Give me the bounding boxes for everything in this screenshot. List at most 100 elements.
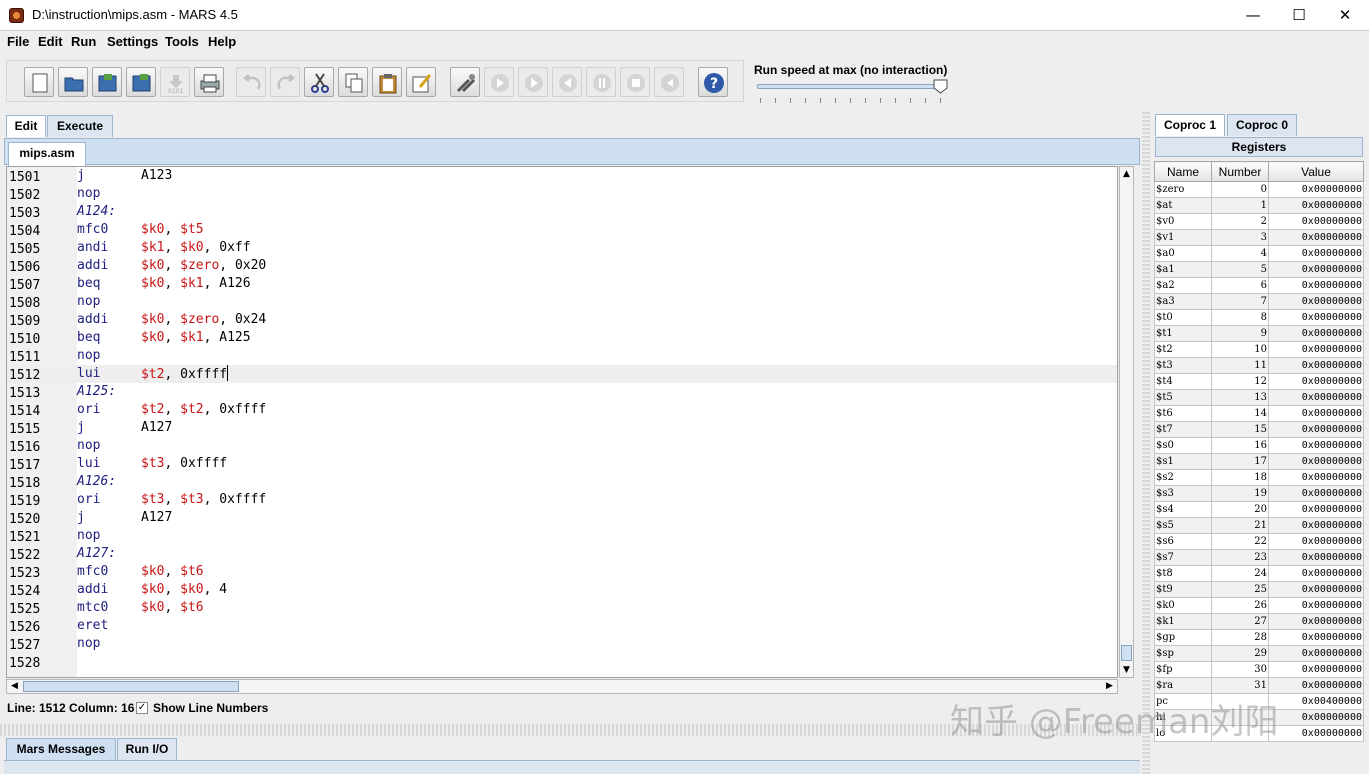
code-line[interactable]: 1522 A127: [7, 545, 1117, 563]
tab-mars-messages[interactable]: Mars Messages [6, 738, 116, 760]
code-line[interactable]: 1516 nop [7, 437, 1117, 455]
tab-execute[interactable]: Execute [47, 115, 113, 137]
code-line[interactable]: 1519 ori $t3, $t3, 0xffff [7, 491, 1117, 509]
register-row[interactable]: $t8 24 0x00000000 [1154, 565, 1364, 582]
code-line[interactable]: 1513 A125: [7, 383, 1117, 401]
code-line[interactable]: 1508 nop [7, 293, 1117, 311]
code-line[interactable]: 1512 lui $t2, 0xffff [7, 365, 1117, 383]
register-row[interactable]: $t1 9 0x00000000 [1154, 325, 1364, 342]
register-row[interactable]: $t2 10 0x00000000 [1154, 341, 1364, 358]
register-row[interactable]: $s2 18 0x00000000 [1154, 469, 1364, 486]
step-button[interactable] [518, 67, 548, 97]
column-header-value[interactable]: Value [1268, 161, 1364, 182]
register-row[interactable]: $fp 30 0x00000000 [1154, 661, 1364, 678]
editor-vertical-scrollbar[interactable]: ▲ ▼ [1119, 166, 1134, 678]
register-row[interactable]: $t3 11 0x00000000 [1154, 357, 1364, 374]
register-row[interactable]: $a1 5 0x00000000 [1154, 261, 1364, 278]
code-line[interactable]: 1507 beq $k0, $k1, A126 [7, 275, 1117, 293]
register-row[interactable]: $a2 6 0x00000000 [1154, 277, 1364, 294]
code-line[interactable]: 1521 nop [7, 527, 1117, 545]
register-row[interactable]: $k0 26 0x00000000 [1154, 597, 1364, 614]
code-line[interactable]: 1526 eret [7, 617, 1117, 635]
code-line[interactable]: 1506 addi $k0, $zero, 0x20 [7, 257, 1117, 275]
maximize-icon[interactable]: ☐ [1276, 0, 1322, 31]
code-line[interactable]: 1509 addi $k0, $zero, 0x24 [7, 311, 1117, 329]
open-file-button[interactable] [58, 67, 88, 97]
register-row[interactable]: $a0 4 0x00000000 [1154, 245, 1364, 262]
scroll-left-icon[interactable]: ◀ [8, 680, 21, 693]
register-row[interactable]: $t4 12 0x00000000 [1154, 373, 1364, 390]
code-line[interactable]: 1528 [7, 653, 1117, 671]
code-line[interactable]: 1514 ori $t2, $t2, 0xffff [7, 401, 1117, 419]
scroll-up-icon[interactable]: ▲ [1120, 167, 1133, 181]
backstep-button[interactable] [552, 67, 582, 97]
menu-file[interactable]: File [7, 34, 29, 49]
assemble-button[interactable] [450, 67, 480, 97]
find-replace-button[interactable] [406, 67, 436, 97]
register-row[interactable]: $k1 27 0x00000000 [1154, 613, 1364, 630]
menu-settings[interactable]: Settings [107, 34, 158, 49]
scroll-down-icon[interactable]: ▼ [1120, 663, 1133, 677]
scroll-right-icon[interactable]: ▶ [1103, 680, 1116, 693]
tab-coproc0[interactable]: Coproc 0 [1227, 114, 1297, 136]
code-line[interactable]: 1510 beq $k0, $k1, A125 [7, 329, 1117, 347]
register-row[interactable]: $t9 25 0x00000000 [1154, 581, 1364, 598]
register-row[interactable]: $at 1 0x00000000 [1154, 197, 1364, 214]
dump-memory-button[interactable]: 0101 [160, 67, 190, 97]
code-line[interactable]: 1518 A126: [7, 473, 1117, 491]
copy-button[interactable] [338, 67, 368, 97]
help-button[interactable]: ? [698, 67, 728, 97]
register-row[interactable]: $t6 14 0x00000000 [1154, 405, 1364, 422]
tab-run-io[interactable]: Run I/O [117, 738, 177, 760]
menu-tools[interactable]: Tools [165, 34, 199, 49]
save-button[interactable] [92, 67, 122, 97]
cut-button[interactable] [304, 67, 334, 97]
register-row[interactable]: $s6 22 0x00000000 [1154, 533, 1364, 550]
new-file-button[interactable] [24, 67, 54, 97]
menu-help[interactable]: Help [208, 34, 236, 49]
register-row[interactable]: $t0 8 0x00000000 [1154, 309, 1364, 326]
show-line-numbers-checkbox[interactable]: ✓ [136, 702, 148, 714]
code-line[interactable]: 1502 nop [7, 185, 1117, 203]
register-row[interactable]: $sp 29 0x00000000 [1154, 645, 1364, 662]
redo-button[interactable] [270, 67, 300, 97]
print-button[interactable] [194, 67, 224, 97]
editor-horizontal-scrollbar[interactable]: ◀ ▶ [6, 679, 1118, 694]
run-speed-slider[interactable] [757, 84, 945, 89]
register-row[interactable]: $s5 21 0x00000000 [1154, 517, 1364, 534]
register-row[interactable]: $ra 31 0x00000000 [1154, 677, 1364, 694]
tab-file-mips-asm[interactable]: mips.asm [8, 142, 86, 166]
register-row[interactable]: $s3 19 0x00000000 [1154, 485, 1364, 502]
pause-button[interactable] [586, 67, 616, 97]
register-row[interactable]: $a3 7 0x00000000 [1154, 293, 1364, 310]
register-row[interactable]: $s1 17 0x00000000 [1154, 453, 1364, 470]
code-line[interactable]: 1503 A124: [7, 203, 1117, 221]
stop-button[interactable] [620, 67, 650, 97]
code-line[interactable]: 1523 mfc0 $k0, $t6 [7, 563, 1117, 581]
register-row[interactable]: $v0 2 0x00000000 [1154, 213, 1364, 230]
tab-edit[interactable]: Edit [6, 115, 46, 137]
reset-button[interactable] [654, 67, 684, 97]
code-line[interactable]: 1511 nop [7, 347, 1117, 365]
register-row[interactable]: $s7 23 0x00000000 [1154, 549, 1364, 566]
minimize-icon[interactable]: — [1230, 0, 1276, 31]
paste-button[interactable] [372, 67, 402, 97]
column-header-name[interactable]: Name [1154, 161, 1212, 182]
code-line[interactable]: 1525 mtc0 $k0, $t6 [7, 599, 1117, 617]
close-icon[interactable]: ✕ [1322, 0, 1368, 31]
editor-vertical-thumb[interactable] [1121, 645, 1132, 661]
tab-coproc1[interactable]: Coproc 1 [1155, 114, 1225, 136]
menu-run[interactable]: Run [71, 34, 96, 49]
undo-button[interactable] [236, 67, 266, 97]
code-line[interactable]: 1504 mfc0 $k0, $t5 [7, 221, 1117, 239]
code-line[interactable]: 1501 j A123 [7, 167, 1117, 185]
register-row[interactable]: $s4 20 0x00000000 [1154, 501, 1364, 518]
register-row[interactable]: $zero 0 0x00000000 [1154, 181, 1364, 198]
code-line[interactable]: 1527 nop [7, 635, 1117, 653]
save-as-button[interactable] [126, 67, 156, 97]
code-editor[interactable]: 1501 j A123 1502 nop 1503 A124: 1504 mfc0 $k0, $t… [6, 166, 1118, 678]
register-row[interactable]: $gp 28 0x00000000 [1154, 629, 1364, 646]
column-header-number[interactable]: Number [1211, 161, 1269, 182]
run-button[interactable] [484, 67, 514, 97]
register-row[interactable]: $t7 15 0x00000000 [1154, 421, 1364, 438]
